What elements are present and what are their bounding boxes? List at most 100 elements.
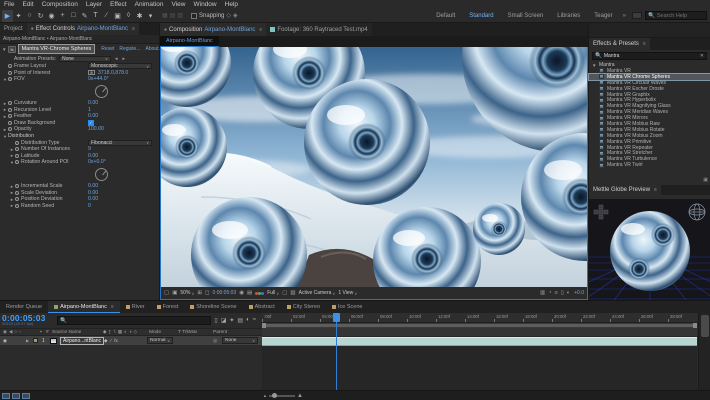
fx-icon[interactable]: ƒ bbox=[108, 329, 111, 335]
timeline-search-box[interactable]: 🔍 bbox=[57, 316, 211, 325]
mask-icon[interactable]: ∖ bbox=[113, 329, 116, 335]
new-folder-icon[interactable]: ▣ bbox=[703, 177, 708, 183]
show-snapshot-icon[interactable]: ▤ bbox=[247, 287, 252, 299]
timeline-tab-city-stereo[interactable]: City Stereo bbox=[281, 301, 326, 313]
disclosure-triangle-icon[interactable]: ▼ bbox=[592, 63, 597, 68]
lock-icon[interactable]: ● bbox=[31, 26, 34, 32]
pan-behind-tool-button[interactable]: + bbox=[57, 10, 68, 22]
snap-features-icon[interactable]: ◈ bbox=[233, 12, 238, 19]
pixel-aspect-icon[interactable]: ▥ bbox=[540, 287, 545, 299]
property-value-number-of-instances[interactable]: 9 bbox=[88, 146, 91, 152]
stopwatch-icon[interactable] bbox=[8, 114, 12, 118]
globe-preview[interactable] bbox=[589, 199, 710, 300]
main-viewer-icon[interactable]: ▣ bbox=[172, 287, 177, 299]
brush-tool-button[interactable]: ∕ bbox=[101, 10, 112, 22]
disclosure-triangle-icon[interactable]: ▼ bbox=[2, 47, 6, 52]
menu-animation[interactable]: Animation bbox=[131, 0, 168, 9]
lock-icon[interactable]: ● bbox=[164, 27, 167, 33]
graph-editor-icon[interactable]: ≈ bbox=[253, 317, 256, 324]
expand-layer-switches-icon[interactable] bbox=[2, 393, 10, 399]
column-source-name[interactable]: Source Name bbox=[52, 330, 81, 335]
lock-icon[interactable]: ▫ bbox=[19, 329, 21, 335]
zoom-out-icon[interactable]: ▲ bbox=[263, 393, 267, 398]
stopwatch-icon[interactable] bbox=[8, 121, 12, 125]
label-column-icon[interactable]: ▪ bbox=[40, 330, 42, 335]
stopwatch-icon[interactable] bbox=[15, 147, 19, 151]
next-preset-icon[interactable]: ► bbox=[121, 56, 125, 61]
frame-blend-icon[interactable]: ▦ bbox=[118, 329, 122, 335]
angle-dial[interactable] bbox=[95, 168, 108, 181]
property-value-feather[interactable]: 0.00 bbox=[88, 113, 98, 119]
column-mode[interactable]: Mode bbox=[149, 330, 161, 335]
tab-effect-controls[interactable]: ● Effect Controls Airpano-MontBlanc ≡ bbox=[27, 23, 139, 35]
hand-tool-button[interactable]: ✦ bbox=[13, 10, 24, 22]
layer-duration-bar[interactable] bbox=[262, 337, 697, 346]
layer-color-chip[interactable] bbox=[33, 338, 38, 343]
playhead[interactable] bbox=[333, 313, 340, 322]
threed-icon[interactable]: ◇ bbox=[134, 329, 137, 335]
snapping-checkbox[interactable] bbox=[191, 13, 197, 19]
timeline-tab-airpano-montblanc[interactable]: Airpano-MontBlanc≡ bbox=[48, 301, 120, 313]
work-area-span[interactable] bbox=[262, 324, 697, 327]
timeline-button-icon[interactable]: ≡ bbox=[555, 287, 558, 299]
solo-icon[interactable]: ○ bbox=[14, 329, 17, 335]
stopwatch-icon[interactable] bbox=[15, 141, 19, 145]
zoom-in-icon[interactable]: ▲ bbox=[297, 393, 303, 399]
menu-layer[interactable]: Layer bbox=[82, 0, 106, 9]
property-value-latitude[interactable]: 0.00 bbox=[88, 153, 98, 159]
draft-3d-icon[interactable]: ◪ bbox=[221, 317, 227, 324]
adjustment-layer-icon[interactable]: ◑ bbox=[129, 329, 132, 335]
stopwatch-icon[interactable] bbox=[8, 77, 12, 81]
always-preview-icon[interactable]: ▢ bbox=[164, 287, 169, 299]
channels-icon[interactable] bbox=[255, 292, 264, 295]
quality-icon[interactable]: ◆ bbox=[103, 329, 106, 335]
eye-icon[interactable]: ◉ bbox=[3, 338, 7, 344]
previous-preset-icon[interactable]: ◄ bbox=[114, 56, 118, 61]
exposure-value[interactable]: +0.0 bbox=[574, 290, 584, 296]
menu-edit[interactable]: Edit bbox=[18, 0, 37, 9]
flowchart-icon[interactable]: ▯ bbox=[561, 287, 564, 299]
tab-globe-preview[interactable]: Mettle Globe Preview ≡ bbox=[589, 185, 661, 195]
quality-icon[interactable]: ◆ bbox=[104, 338, 107, 344]
panel-menu-icon[interactable]: ≡ bbox=[643, 41, 646, 47]
panel-menu-icon[interactable]: ≡ bbox=[654, 187, 657, 193]
property-dropdown-distribution-type[interactable]: Fibonacci∨ bbox=[88, 140, 152, 146]
stopwatch-icon[interactable] bbox=[8, 127, 12, 131]
motion-blur-icon[interactable]: ◐ bbox=[246, 317, 250, 324]
selection-tool-button[interactable]: ▶ bbox=[2, 10, 13, 22]
tab-project[interactable]: Project bbox=[0, 23, 27, 35]
crosshair-icon[interactable]: ⊕ bbox=[88, 70, 95, 75]
animation-presets-dropdown[interactable]: None∨ bbox=[59, 56, 111, 62]
column-trkmat[interactable]: T TrkMat bbox=[178, 330, 197, 335]
effects-search-box[interactable]: 🔍 ✕ bbox=[592, 52, 707, 60]
menu-composition[interactable]: Composition bbox=[38, 0, 82, 9]
puppet-pin-tool-button[interactable]: ▾ bbox=[145, 10, 156, 22]
snap-edges-icon[interactable]: ◇ bbox=[226, 12, 231, 19]
stopwatch-icon[interactable] bbox=[15, 184, 19, 188]
property-value-incremental-scale[interactable]: 0.00 bbox=[88, 183, 98, 189]
angle-dial[interactable] bbox=[95, 85, 108, 98]
orbit-tool-button[interactable]: ↻ bbox=[35, 10, 46, 22]
timeline-tab-abstract[interactable]: Abstract bbox=[243, 301, 281, 313]
stopwatch-icon[interactable] bbox=[8, 64, 12, 68]
zoom-slider[interactable] bbox=[269, 395, 295, 397]
effects-search-input[interactable] bbox=[604, 53, 698, 59]
menu-effect[interactable]: Effect bbox=[106, 0, 131, 9]
fast-previews-icon[interactable]: ◔ bbox=[548, 287, 551, 299]
workspace-default[interactable]: Default bbox=[429, 13, 462, 19]
camera-tool-button[interactable]: ◉ bbox=[46, 10, 57, 22]
pen-tool-button[interactable]: ✎ bbox=[79, 10, 90, 22]
magnification-dropdown[interactable]: 50%∨ bbox=[180, 290, 194, 296]
camera-dropdown[interactable]: Active Camera∨ bbox=[299, 290, 336, 296]
motion-blur-icon[interactable]: ◐ bbox=[124, 329, 127, 335]
register-link[interactable]: Registe... bbox=[119, 46, 140, 52]
hide-shy-layers-icon[interactable]: ✦ bbox=[229, 317, 234, 324]
layer-name[interactable]: Airpano...ntBlanc bbox=[60, 337, 104, 345]
parent-dropdown[interactable]: None∨ bbox=[222, 337, 258, 344]
stopwatch-icon[interactable] bbox=[15, 197, 19, 201]
column-parent[interactable]: Parent bbox=[213, 330, 227, 335]
sync-settings-icon[interactable] bbox=[632, 12, 642, 19]
clone-stamp-tool-button[interactable]: ▣ bbox=[112, 10, 123, 22]
grid-guides-icon[interactable]: ⊞ bbox=[197, 287, 202, 299]
zoom-tool-button[interactable]: ○ bbox=[24, 10, 35, 22]
